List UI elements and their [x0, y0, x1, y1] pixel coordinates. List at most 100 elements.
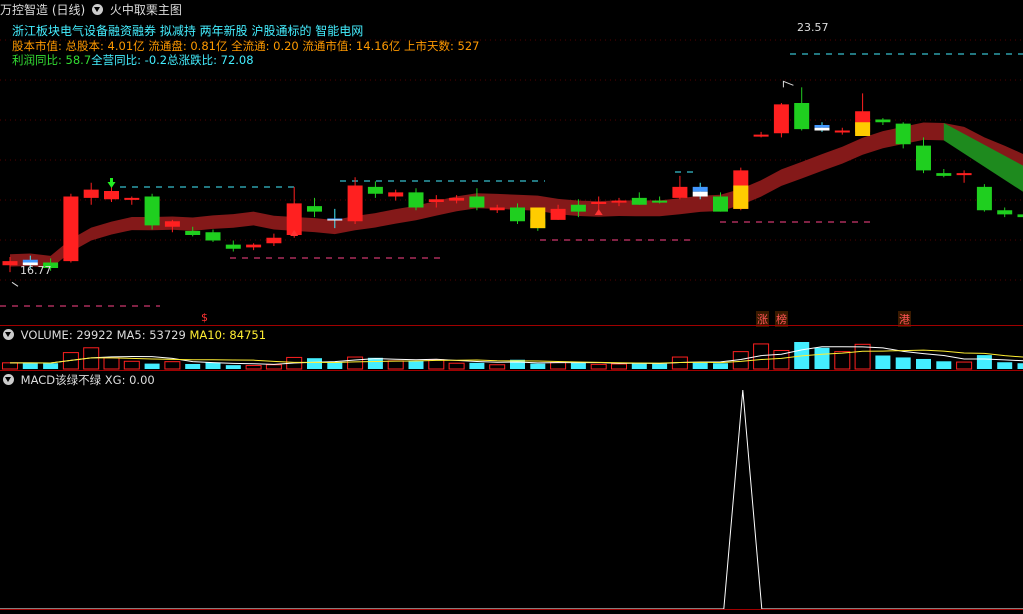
volume-bar — [854, 343, 871, 370]
volume-bar — [185, 363, 201, 369]
volume-bar — [144, 363, 160, 369]
candle-body — [185, 230, 201, 235]
volume-bar — [225, 365, 241, 369]
volume-bar — [834, 351, 851, 370]
volume-bar — [428, 359, 445, 370]
volume-ma10: MA10: 84751 — [189, 328, 267, 342]
candlestick-chart[interactable] — [0, 0, 1023, 614]
macd-xg-line — [0, 389, 1023, 610]
volume-bar — [2, 362, 18, 370]
volume-bar — [245, 365, 262, 370]
volume-bar — [550, 361, 567, 370]
volume-bar — [713, 363, 728, 369]
volume-bar — [916, 358, 931, 369]
candle-body — [591, 202, 607, 204]
volume-bar — [469, 362, 485, 369]
volume-bar — [692, 362, 708, 369]
candle-body — [550, 208, 566, 220]
volume-bar — [164, 361, 181, 370]
low-marker — [11, 281, 19, 287]
volume-bar — [997, 362, 1013, 369]
candle-body — [875, 119, 891, 123]
volume-bar — [611, 363, 627, 370]
volume-bar — [103, 357, 120, 370]
candle-body — [144, 196, 160, 226]
macd-dropdown-icon[interactable] — [3, 374, 14, 385]
candle-body — [266, 237, 282, 244]
volume-bar — [22, 363, 38, 369]
volume-bar — [1017, 363, 1023, 369]
candle-body — [652, 200, 668, 203]
candle-body — [449, 197, 465, 201]
volume-bar — [652, 363, 668, 369]
buy-signal-arrow-stem — [110, 178, 113, 183]
volume-bar — [530, 363, 546, 369]
volume-bar — [408, 360, 424, 369]
candle-body — [489, 207, 505, 211]
volume-bar — [631, 363, 647, 369]
candle-body — [956, 173, 972, 176]
candle-body — [327, 219, 343, 221]
volume-bar — [205, 362, 221, 369]
candle-body — [246, 244, 262, 248]
volume-bar — [327, 362, 343, 369]
volume-panel-header: VOLUME: 29922 MA5: 53729 MA10: 84751 — [0, 327, 266, 343]
candle-body — [976, 186, 992, 211]
candle-body — [205, 232, 221, 241]
volume-bar — [936, 361, 952, 369]
candle-body — [469, 196, 485, 208]
candle-body — [773, 104, 789, 134]
candle-body — [895, 123, 911, 145]
volume-bar — [347, 356, 364, 370]
candle-body — [63, 196, 79, 262]
candle-body — [692, 186, 708, 192]
volume-bar — [875, 355, 891, 369]
volume-macd-separator — [0, 370, 1023, 371]
candle-body — [631, 197, 647, 205]
bottom-border — [0, 609, 1023, 610]
highlight-candle — [530, 207, 546, 229]
volume-bar — [590, 363, 607, 370]
high-marker — [782, 80, 794, 88]
volume-bar — [956, 361, 973, 370]
volume-bar — [123, 360, 140, 370]
volume-bar — [367, 357, 383, 369]
macd-panel-header: MACD该绿不绿 XG: 0.00 — [0, 372, 155, 388]
candle-body — [327, 218, 343, 220]
volume-dropdown-icon[interactable] — [3, 329, 14, 340]
volume-bar — [448, 362, 465, 370]
candle-body — [307, 206, 322, 212]
main-volume-separator — [0, 325, 1023, 326]
candle-body — [713, 196, 728, 212]
candle-body — [225, 244, 241, 249]
highlight-candle — [733, 185, 749, 209]
volume-ma10-line — [9, 349, 1023, 364]
candle-body — [936, 173, 952, 176]
volume-bar — [895, 357, 911, 369]
volume-bar — [307, 358, 322, 369]
volume-value: VOLUME: 29922 — [20, 328, 113, 342]
candle-body — [510, 207, 525, 222]
volume-ma5-line — [9, 346, 1023, 365]
ma-band — [10, 122, 1023, 269]
candle-body — [570, 204, 586, 212]
candle-body — [814, 125, 830, 128]
candle-body — [916, 145, 931, 171]
candle-body — [124, 197, 140, 200]
volume-bar — [976, 355, 992, 369]
volume-bar — [265, 364, 282, 370]
candle-body — [611, 200, 627, 203]
candle-body — [753, 134, 769, 137]
candle-body — [834, 130, 850, 133]
candle-body — [1017, 214, 1023, 218]
candle-body — [2, 261, 18, 266]
candle-body — [997, 210, 1013, 215]
volume-ma5: MA5: 53729 — [116, 328, 186, 342]
candle-body — [794, 103, 810, 130]
candle-body — [347, 185, 363, 222]
candle-body — [408, 192, 424, 208]
signal-badge-s: $ — [201, 311, 208, 324]
macd-title: MACD该绿不绿 — [20, 373, 102, 387]
volume-bar — [387, 360, 404, 370]
candle-body — [83, 189, 99, 198]
